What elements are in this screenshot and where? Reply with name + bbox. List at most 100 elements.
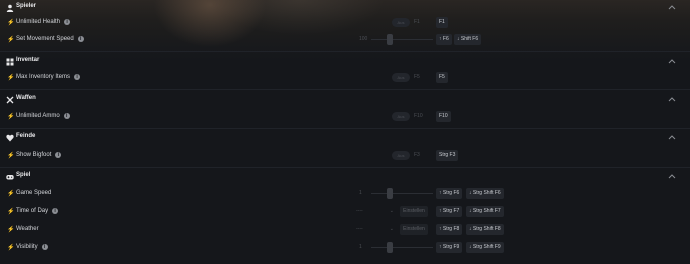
hotkey-label: F6 — [442, 36, 449, 42]
user-icon — [5, 4, 14, 13]
increase-hotkey-button[interactable]: ↑ Strg F9 — [436, 242, 463, 253]
decrease-hotkey-button[interactable]: ↓ Strg Shift F9 — [466, 242, 504, 253]
section-title: Inventar — [16, 57, 40, 63]
lightning-icon: ⚡ — [7, 37, 15, 43]
lightning-icon: ⚡ — [7, 227, 15, 233]
grid-icon — [5, 58, 14, 67]
cheat-row-unlimited-ammo: ⚡ Unlimited Ammo i Aus F10 F10 — [0, 108, 690, 126]
section-title: Spiel — [16, 172, 31, 178]
info-icon[interactable]: i — [41, 244, 48, 250]
arrow-up-icon: ↑ — [439, 208, 442, 214]
slider-thumb[interactable] — [387, 188, 393, 199]
chevron-up-icon[interactable] — [668, 4, 676, 10]
info-icon[interactable]: i — [77, 36, 84, 42]
crossed-swords-icon — [5, 96, 14, 105]
increase-hotkey-button[interactable]: ↑ Strg F8 — [436, 224, 463, 235]
hotkey-button[interactable]: Strg F3 — [436, 150, 459, 161]
arrow-down-icon: ↓ — [469, 226, 472, 232]
hotkey-button[interactable]: F5 — [436, 72, 448, 83]
slider-track[interactable] — [371, 193, 433, 194]
select-value: ---- — [356, 208, 363, 214]
toggle-key-hint: F10 — [414, 113, 423, 119]
cheat-row-time-of-day: ⚡ Time of Day i ---- ⌄ Einstellen ↑ Strg F… — [0, 203, 690, 221]
cheat-label: Visibility — [16, 244, 38, 250]
trainer-panel: Spieler ⚡ Unlimited Health i Aus F1 F1 ⚡ … — [0, 0, 690, 264]
cheat-row-weather: ⚡ Weather ---- ⌄ Einstellen ↑ Strg F8 ↓ S… — [0, 221, 690, 239]
toggle-switch[interactable]: Aus — [392, 112, 410, 121]
section-divider — [0, 128, 690, 129]
cheat-label: Unlimited Health — [16, 19, 61, 25]
section-divider — [0, 167, 690, 168]
cheat-row-show-bigfoot: ⚡ Show Bigfoot i Aus F3 Strg F3 — [0, 147, 690, 165]
hotkey-label: Shift F6 — [460, 36, 479, 42]
toggle-key-hint: F1 — [414, 19, 420, 25]
hotkey-label: Strg F9 — [442, 244, 460, 250]
arrow-down-icon: ↓ — [457, 36, 460, 42]
cheat-label: Unlimited Ammo — [16, 113, 60, 119]
toggle-key-hint: F3 — [414, 152, 420, 158]
arrow-down-icon: ↓ — [469, 244, 472, 250]
cheat-label: Set Movement Speed — [16, 36, 74, 42]
lightning-icon: ⚡ — [7, 153, 15, 159]
lightning-icon: ⚡ — [7, 20, 15, 26]
decrease-hotkey-button[interactable]: ↓ Strg Shift F6 — [466, 188, 504, 199]
toggle-switch[interactable]: Aus — [392, 18, 410, 27]
hotkey-button[interactable]: F1 — [436, 17, 448, 28]
slider-thumb[interactable] — [387, 34, 393, 45]
decrease-hotkey-button[interactable]: ↓ Shift F6 — [454, 34, 482, 45]
decrease-hotkey-button[interactable]: ↓ Strg Shift F8 — [466, 224, 504, 235]
apply-button[interactable]: Einstellen — [400, 224, 428, 235]
info-icon[interactable]: i — [52, 208, 59, 214]
gamepad-icon — [5, 173, 14, 182]
weather-select[interactable]: ---- ⌄ — [356, 224, 396, 235]
cheat-row-max-inventory: ⚡ Max Inventory Items i Aus F5 F5 — [0, 69, 690, 87]
hotkey-label: Strg F8 — [442, 226, 460, 232]
info-icon[interactable]: i — [55, 152, 62, 158]
heart-shield-icon — [5, 134, 14, 143]
increase-hotkey-button[interactable]: ↑ Strg F6 — [436, 188, 463, 199]
select-value: ---- — [356, 226, 363, 232]
lightning-icon: ⚡ — [7, 191, 15, 197]
info-icon[interactable]: i — [74, 74, 81, 80]
hotkey-label: Strg Shift F6 — [472, 190, 501, 196]
slider-track[interactable] — [371, 247, 433, 248]
chevron-up-icon[interactable] — [668, 96, 676, 102]
chevron-up-icon[interactable] — [668, 173, 676, 179]
section-divider — [0, 89, 690, 90]
hotkey-label: Strg Shift F7 — [472, 208, 501, 214]
toggle-switch[interactable]: Aus — [392, 73, 410, 82]
toggle-switch[interactable]: Aus — [392, 151, 410, 160]
lightning-icon: ⚡ — [7, 75, 15, 81]
section-title: Spieler — [16, 3, 37, 9]
decrease-hotkey-button[interactable]: ↓ Strg Shift F7 — [466, 206, 504, 217]
section-header-feinde[interactable]: Feinde — [0, 130, 690, 148]
increase-hotkey-button[interactable]: ↑ F6 — [436, 34, 452, 45]
cheat-label: Show Bigfoot — [16, 152, 52, 158]
cheat-row-movement-speed: ⚡ Set Movement Speed i 100 ↑ F6 ↓ Shift F… — [0, 31, 690, 49]
info-icon[interactable]: i — [64, 19, 71, 25]
cheat-label: Weather — [16, 226, 39, 232]
hotkey-button[interactable]: F10 — [436, 111, 451, 122]
arrow-down-icon: ↓ — [469, 190, 472, 196]
arrow-up-icon: ↑ — [439, 36, 442, 42]
section-divider — [0, 51, 690, 52]
info-icon[interactable]: i — [63, 113, 70, 119]
chevron-up-icon[interactable] — [668, 134, 676, 140]
hotkey-label: Strg F6 — [442, 190, 460, 196]
cheat-label: Time of Day — [16, 208, 49, 214]
slider-thumb[interactable] — [387, 242, 393, 253]
section-title: Feinde — [16, 133, 36, 139]
chevron-down-icon: ⌄ — [389, 226, 394, 232]
slider-track[interactable] — [371, 39, 433, 40]
time-of-day-select[interactable]: ---- ⌄ — [356, 206, 396, 217]
cheat-label: Game Speed — [16, 190, 52, 196]
cheat-row-unlimited-health: ⚡ Unlimited Health i Aus F1 F1 — [0, 14, 690, 32]
hotkey-label: Strg Shift F8 — [472, 226, 501, 232]
arrow-down-icon: ↓ — [469, 208, 472, 214]
chevron-up-icon[interactable] — [668, 58, 676, 64]
cheat-row-visibility: ⚡ Visibility i 1 ↑ Strg F9 ↓ Strg Shift F… — [0, 239, 690, 257]
increase-hotkey-button[interactable]: ↑ Strg F7 — [436, 206, 463, 217]
apply-button[interactable]: Einstellen — [400, 206, 428, 217]
cheat-label: Max Inventory Items — [16, 74, 71, 80]
section-title: Waffen — [16, 95, 36, 101]
